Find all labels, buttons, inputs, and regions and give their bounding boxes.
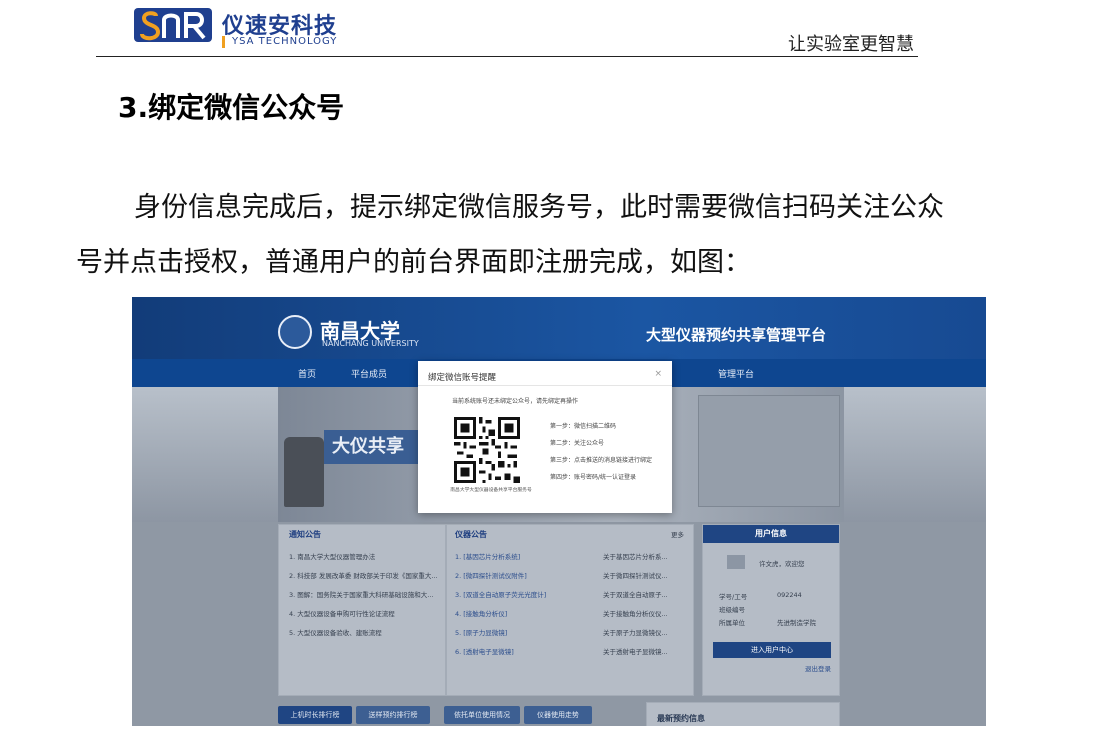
close-icon[interactable]: ×	[654, 369, 662, 379]
instrument-desc: 关于接触角分析仪仪...	[603, 610, 668, 618]
platform-title: 大型仪器预约共享管理平台	[645, 326, 826, 344]
logo-english-name: YSA TECHNOLOGY	[232, 36, 338, 47]
notice-title: 通知公告	[289, 530, 321, 539]
body-paragraph-text: 身份信息完成后，提示绑定微信服务号，此时需要微信扫码关注公众号并点击授权，普通用…	[76, 192, 944, 278]
nav-admin[interactable]: 管理平台	[718, 367, 754, 380]
company-logo: 仪速安科技 YSA TECHNOLOGY	[134, 6, 364, 48]
modal-tip: 当前系统账号还未绑定公众号，请先绑定再操作	[452, 398, 579, 405]
bind-wechat-modal: 绑定微信账号提醒 × 当前系统账号还未绑定公众号，请先绑定再操作 南昌大学大型仪…	[418, 361, 672, 513]
user-field-value: 先进制造学院	[777, 619, 816, 627]
more-link[interactable]: 更多	[671, 529, 684, 539]
hero-banner-text: 大仪共享	[324, 430, 430, 464]
modal-title: 绑定微信账号提醒	[428, 373, 497, 383]
instrument-desc: 关于基因芯片分析系...	[603, 553, 668, 561]
site-body: 通知公告 1. 南昌大学大型仪器管理办法 2. 科技部 发展改革委 财政部关于印…	[132, 522, 986, 726]
user-panel: 用户信息 许文虎，欢迎您 学号/工号 092244 班级编号 所属单位 先进制造…	[702, 524, 840, 696]
avatar	[727, 555, 745, 569]
instrument-item[interactable]: 1. [基因芯片分析系统]	[455, 551, 520, 561]
instrument-item[interactable]: 3. [双道全自动原子荧光光度计]	[455, 589, 546, 599]
notice-item[interactable]: 3. 图解：国务院关于国家重大科研基础设施和大...	[289, 589, 433, 599]
user-panel-title: 用户信息	[703, 525, 839, 543]
body-paragraph: 身份信息完成后，提示绑定微信服务号，此时需要微信扫码关注公众号并点击授权，普通用…	[76, 180, 956, 290]
step-2: 第二步：关注公众号	[550, 440, 605, 447]
tab-sample-ranking[interactable]: 送样预约排行榜	[356, 706, 430, 724]
instrument-item[interactable]: 6. [透射电子显微镜]	[455, 646, 514, 656]
university-emblem-icon	[278, 315, 312, 349]
header-slogan: 让实验室更智慧	[788, 34, 914, 55]
modal-divider	[418, 385, 672, 386]
user-greeting: 许文虎，欢迎您	[759, 560, 805, 568]
notice-panel: 通知公告 1. 南昌大学大型仪器管理办法 2. 科技部 发展改革委 财政部关于印…	[278, 524, 446, 696]
logo-accent-bar	[222, 36, 225, 48]
notice-item[interactable]: 5. 大型仪器设备验收、建账流程	[289, 627, 382, 637]
instrument-desc: 关于双道全自动原子...	[603, 591, 668, 599]
step-4: 第四步：账号密码/统一认证登录	[550, 474, 637, 481]
university-name-en: NANCHANG UNIVERSITY	[322, 339, 419, 348]
qr-caption: 南昌大学大型仪器设备共享平台服务号	[450, 488, 532, 493]
latest-booking-panel: 最新预约信息	[646, 702, 840, 726]
user-field-label: 班级编号	[719, 606, 745, 614]
notice-item[interactable]: 4. 大型仪器设备申购可行性论证流程	[289, 608, 395, 618]
user-field-value: 092244	[777, 591, 802, 599]
enter-user-center-button[interactable]: 进入用户中心	[713, 642, 831, 658]
instrument-item[interactable]: 4. [接触角分析仪]	[455, 608, 507, 618]
section-title: 3.绑定微信公众号	[118, 91, 345, 124]
site-header: 南昌大学 NANCHANG UNIVERSITY 大型仪器预约共享管理平台	[132, 297, 986, 359]
header-divider	[96, 56, 918, 57]
instrument-item[interactable]: 5. [原子力显微镜]	[455, 627, 507, 637]
embedded-screenshot: 南昌大学 NANCHANG UNIVERSITY 大型仪器预约共享管理平台 首页…	[132, 297, 986, 726]
notice-item[interactable]: 2. 科技部 发展改革委 财政部关于印发《国家重大...	[289, 570, 438, 580]
notice-item[interactable]: 1. 南昌大学大型仪器管理办法	[289, 551, 375, 561]
nav-home[interactable]: 首页	[298, 367, 316, 380]
user-field-label: 所属单位	[719, 619, 745, 627]
instrument-panel: 仪器公告 更多 1. [基因芯片分析系统] 关于基因芯片分析系... 2. [微…	[446, 524, 694, 696]
tab-usage-ranking[interactable]: 上机时长排行榜	[278, 706, 352, 724]
user-field-label: 学号/工号	[719, 593, 748, 601]
chair-image	[284, 437, 324, 507]
instrument-item[interactable]: 2. [微四探针测试仪附件]	[455, 570, 527, 580]
tab-unit-usage[interactable]: 依托单位使用情况	[444, 706, 520, 724]
instrument-desc: 关于原子力显微镜仪...	[603, 629, 668, 637]
ysa-logo-icon	[134, 8, 212, 42]
step-1: 第一步：微信扫描二维码	[550, 423, 617, 430]
logout-link[interactable]: 退出登录	[805, 663, 831, 673]
instrument-desc: 关于微四探针测试仪...	[603, 572, 668, 580]
instrument-desc: 关于透射电子显微镜...	[603, 648, 668, 656]
step-3: 第三步：点击推送的消息链接进行绑定	[550, 457, 653, 464]
latest-booking-title: 最新预约信息	[657, 714, 705, 723]
tab-usage-trend[interactable]: 仪器使用走势	[524, 706, 592, 724]
qr-code-icon	[454, 417, 520, 483]
nav-members[interactable]: 平台成员	[351, 367, 387, 380]
instrument-title: 仪器公告	[455, 530, 487, 539]
lab-shelves-image	[698, 395, 840, 507]
